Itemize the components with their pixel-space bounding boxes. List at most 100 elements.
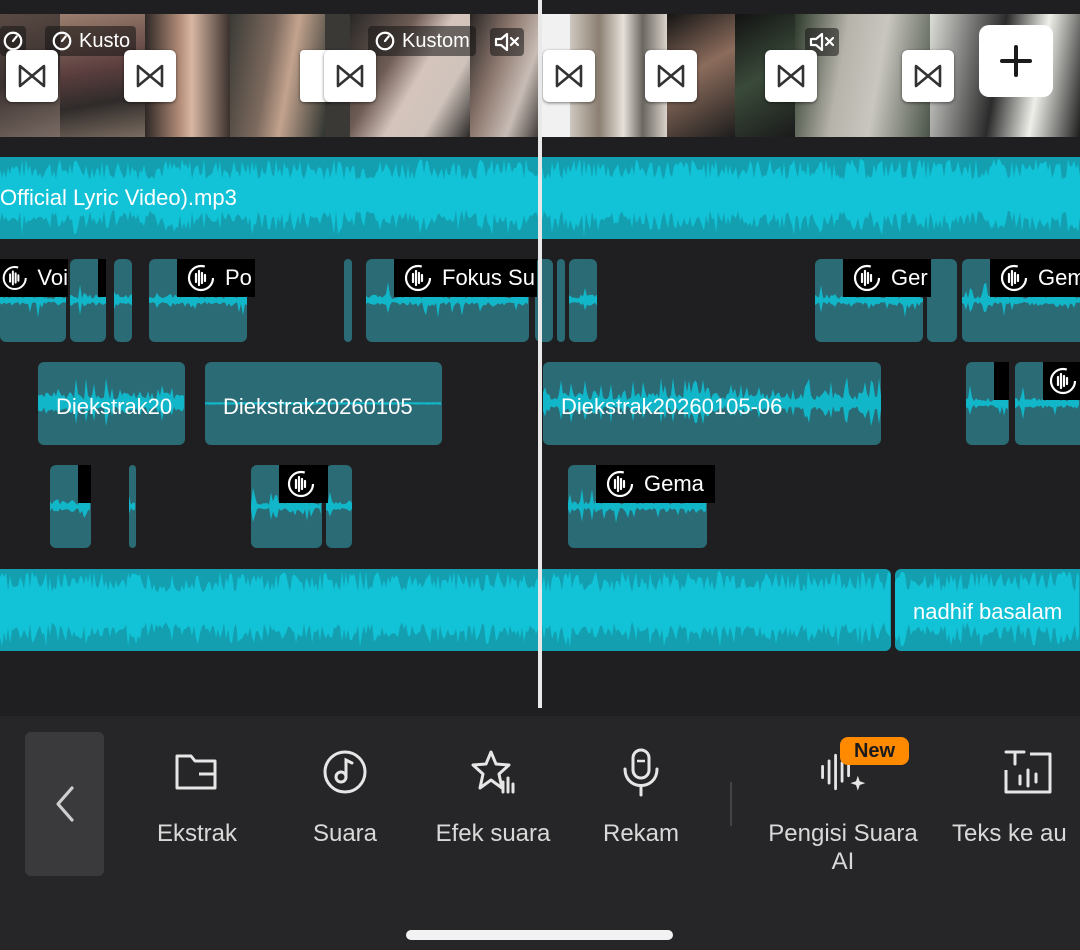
voice-effect-icon bbox=[1049, 367, 1077, 395]
star-sound-icon bbox=[471, 750, 515, 794]
voice-effect-icon bbox=[853, 264, 881, 292]
audio-clip-music-second[interactable]: nadhif basalam bbox=[895, 569, 1080, 651]
fx-badge bbox=[1043, 362, 1080, 400]
tool-label: Pengisi Suara AI bbox=[768, 820, 918, 875]
chevron-left-icon bbox=[55, 786, 74, 822]
fx-label: Gem bbox=[1038, 265, 1080, 290]
transition-button[interactable] bbox=[124, 50, 176, 102]
clip-label: Diekstrak20 bbox=[56, 394, 173, 419]
tool-suara[interactable]: Suara bbox=[300, 746, 390, 848]
speed-label-kusto[interactable]: Kusto bbox=[45, 26, 137, 56]
bowtie-transition-icon bbox=[777, 64, 805, 88]
audio-clip-fx[interactable] bbox=[569, 259, 597, 342]
audio-clip-fx[interactable] bbox=[326, 465, 352, 548]
fx-label: Fokus Su bbox=[442, 265, 535, 290]
speedometer-icon bbox=[3, 31, 23, 51]
tool-label: Suara bbox=[312, 820, 378, 847]
voice-effect-icon bbox=[287, 470, 315, 498]
waveform bbox=[129, 496, 135, 514]
audio-clip-music[interactable] bbox=[0, 569, 891, 651]
waveform bbox=[569, 287, 597, 310]
fx-label: Voi bbox=[37, 265, 68, 290]
transition-button[interactable] bbox=[902, 50, 954, 102]
speaker-muted-icon bbox=[494, 32, 520, 52]
voice-effect-icon bbox=[1000, 264, 1028, 292]
tool-label: Efek suara bbox=[435, 820, 551, 847]
microphone-icon bbox=[623, 748, 659, 797]
bowtie-transition-icon bbox=[336, 64, 364, 88]
fx-badge: Gem bbox=[990, 259, 1080, 297]
fx-badge bbox=[98, 259, 106, 297]
waveform-shape bbox=[129, 496, 135, 514]
audio-clip-fx[interactable] bbox=[927, 259, 957, 342]
fx-label: Gema bbox=[644, 471, 704, 496]
fx-label: Po bbox=[225, 265, 252, 290]
bowtie-transition-icon bbox=[657, 64, 685, 88]
tool-teks-ke-audio[interactable]: Teks ke au bbox=[952, 746, 1080, 848]
voice-effect-icon bbox=[187, 264, 215, 292]
waveform bbox=[0, 570, 890, 648]
speedometer-icon bbox=[52, 31, 72, 51]
audio-clip-extract[interactable]: Diekstrak20 bbox=[38, 362, 185, 445]
tool-label: Rekam bbox=[602, 820, 680, 847]
clip-label: Diekstrak20260105 bbox=[223, 394, 413, 419]
plus-icon bbox=[1000, 45, 1032, 77]
fx-badge bbox=[279, 465, 328, 503]
fx-label: Ger bbox=[891, 265, 928, 290]
tool-efek-suara[interactable]: Efek suara bbox=[430, 746, 556, 848]
audio-clip-extract[interactable]: Diekstrak20260105 bbox=[205, 362, 442, 445]
voice-effect-icon bbox=[2, 265, 27, 291]
timeline[interactable]: Kusto Kustom Official Lyric Video).mp3 V… bbox=[0, 0, 1080, 716]
tool-rekam[interactable]: Rekam bbox=[596, 746, 686, 848]
fx-badge: Ger bbox=[843, 259, 931, 297]
audio-clip-fx[interactable] bbox=[557, 259, 565, 342]
transition-button[interactable] bbox=[765, 50, 817, 102]
home-indicator[interactable] bbox=[406, 930, 673, 940]
bowtie-transition-icon bbox=[555, 64, 583, 88]
mute-indicator[interactable] bbox=[490, 28, 524, 56]
new-badge: New bbox=[840, 737, 909, 765]
audio-toolbar: Ekstrak Suara Efek suara Rekam Pengisi S… bbox=[0, 716, 1080, 950]
speed-label-text: Kusto bbox=[79, 29, 131, 52]
fx-badge: Gema bbox=[596, 465, 715, 503]
clip-label: Official Lyric Video).mp3 bbox=[0, 185, 237, 210]
tool-label: Ekstrak bbox=[156, 820, 237, 847]
fx-badge: Po bbox=[177, 259, 255, 297]
transition-button[interactable] bbox=[645, 50, 697, 102]
fx-badge: Voi bbox=[0, 259, 68, 297]
bowtie-transition-icon bbox=[914, 64, 942, 88]
tool-label: Teks ke au bbox=[952, 820, 1067, 847]
speedometer-icon bbox=[375, 31, 395, 51]
playhead[interactable] bbox=[538, 0, 542, 708]
bowtie-transition-icon bbox=[18, 64, 46, 88]
transition-button[interactable] bbox=[6, 50, 58, 102]
speed-label-kustom[interactable]: Kustom bbox=[368, 26, 476, 56]
waveform bbox=[326, 492, 352, 517]
back-button[interactable] bbox=[25, 732, 104, 876]
waveform-shape bbox=[569, 287, 597, 310]
transition-button[interactable] bbox=[324, 50, 376, 102]
audio-clip-extract[interactable]: Diekstrak20260105-06 bbox=[543, 362, 881, 445]
clip-label: Diekstrak20260105-06 bbox=[561, 394, 783, 419]
bowtie-transition-icon bbox=[136, 64, 164, 88]
audio-clip-fx[interactable] bbox=[344, 259, 352, 342]
speed-label-text: Kustom bbox=[402, 29, 470, 52]
folder-icon bbox=[175, 754, 217, 790]
waveform-shape bbox=[0, 570, 890, 648]
add-clip-button[interactable] bbox=[979, 25, 1053, 97]
fx-badge bbox=[78, 465, 91, 503]
voice-effect-icon bbox=[404, 264, 432, 292]
clip-label: nadhif basalam bbox=[913, 599, 1063, 624]
fx-badge bbox=[994, 362, 1009, 400]
audio-clip-fx[interactable] bbox=[129, 465, 136, 548]
text-to-audio-icon bbox=[1004, 750, 1052, 794]
transition-button[interactable] bbox=[543, 50, 595, 102]
tool-ekstrak[interactable]: Ekstrak bbox=[152, 746, 242, 848]
fx-badge: Fokus Su bbox=[394, 259, 537, 297]
tool-pengisi-suara-ai[interactable]: Pengisi Suara AI bbox=[758, 746, 928, 876]
waveform-shape bbox=[114, 291, 132, 310]
audio-clip-fx[interactable] bbox=[114, 259, 132, 342]
voice-effect-icon bbox=[606, 470, 634, 498]
waveform bbox=[114, 291, 132, 310]
toolbar-divider bbox=[730, 782, 732, 826]
